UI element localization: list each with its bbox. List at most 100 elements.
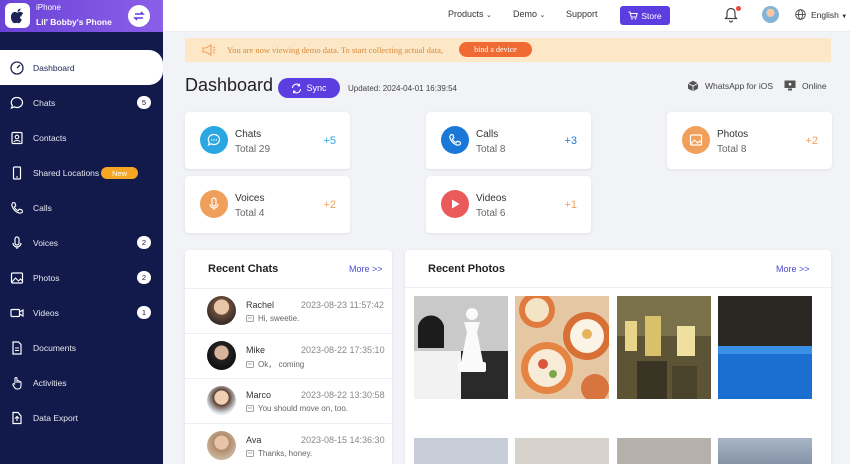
sidebar: iPhone Lil' Bobby's Phone Dashboard Chat… xyxy=(0,0,163,464)
count-badge: 5 xyxy=(137,96,151,109)
photo-thumbnail[interactable] xyxy=(718,296,812,399)
photo-thumbnail[interactable] xyxy=(617,296,711,399)
message-icon xyxy=(246,360,254,368)
store-button[interactable]: Store xyxy=(620,6,670,25)
photos-more-link[interactable]: More >> xyxy=(776,264,810,274)
stat-card-videos[interactable]: Videos Total 6 +1 xyxy=(426,176,591,233)
avatar xyxy=(207,386,236,415)
sidebar-item-label: Videos xyxy=(33,307,59,318)
demo-notice-banner: You are now viewing demo data. To start … xyxy=(185,38,831,62)
avatar xyxy=(207,296,236,325)
sync-icon xyxy=(292,83,302,93)
microphone-icon xyxy=(10,235,24,250)
chat-contact-name: Mike xyxy=(246,345,266,355)
divider xyxy=(405,287,831,288)
recent-photos-panel: Recent Photos More >> xyxy=(405,250,831,464)
device-type: iPhone xyxy=(36,3,61,12)
dashboard-icon xyxy=(10,60,24,75)
bind-device-button[interactable]: bind a device xyxy=(459,42,532,57)
chat-icon xyxy=(200,126,228,154)
stat-name: Chats xyxy=(235,129,262,140)
photo-thumbnail[interactable] xyxy=(718,438,812,464)
sidebar-item-videos[interactable]: Videos 1 xyxy=(0,295,163,330)
sidebar-item-shared-locations[interactable]: Shared Locations New xyxy=(0,155,163,190)
stat-card-chats[interactable]: Chats Total 29 +5 xyxy=(185,112,350,169)
message-icon xyxy=(246,449,254,457)
stat-increase: +2 xyxy=(805,135,818,147)
stat-name: Calls xyxy=(476,129,499,140)
stat-card-voices[interactable]: Voices Total 4 +2 xyxy=(185,176,350,233)
chat-time: 2023-08-22 17:35:10 xyxy=(301,345,385,355)
chat-row[interactable]: Marco 2023-08-22 13:30:58 You should mov… xyxy=(185,378,391,422)
count-badge: 2 xyxy=(137,236,151,249)
photo-thumbnail[interactable] xyxy=(617,438,711,464)
stat-card-photos[interactable]: Photos Total 8 +2 xyxy=(667,112,832,169)
store-label: Store xyxy=(641,10,662,21)
sidebar-item-label: Documents xyxy=(33,342,76,353)
chat-time: 2023-08-15 14:36:30 xyxy=(301,435,385,445)
products-menu[interactable]: Products ⌄ xyxy=(448,9,492,19)
megaphone-icon xyxy=(202,44,216,56)
sidebar-item-label: Calls xyxy=(33,202,52,213)
demo-label: Demo xyxy=(513,9,538,19)
sidebar-item-chats[interactable]: Chats 5 xyxy=(0,85,163,120)
chats-more-link[interactable]: More >> xyxy=(349,264,383,274)
chat-row[interactable]: Mike 2023-08-22 17:35:10 Ok， coming xyxy=(185,333,391,377)
sidebar-item-calls[interactable]: Calls xyxy=(0,190,163,225)
chat-row[interactable]: Ava 2023-08-15 14:36:30 Thanks, honey. xyxy=(185,423,391,464)
photo-thumbnail[interactable] xyxy=(515,296,609,399)
phone-location-icon xyxy=(10,165,24,180)
sidebar-item-contacts[interactable]: Contacts xyxy=(0,120,163,155)
sidebar-item-label: Shared Locations xyxy=(33,167,100,178)
count-badge: 2 xyxy=(137,271,151,284)
sidebar-item-data-export[interactable]: Data Export xyxy=(0,400,163,435)
stat-card-calls[interactable]: Calls Total 8 +3 xyxy=(426,112,591,169)
top-navigation-bar: Products ⌄ Demo ⌄ Support Store English … xyxy=(163,0,850,32)
user-avatar[interactable] xyxy=(762,6,779,23)
phone-icon xyxy=(10,201,24,215)
demo-menu[interactable]: Demo ⌄ xyxy=(513,9,545,19)
chat-time: 2023-08-23 11:57:42 xyxy=(301,300,384,310)
photo-thumbnail[interactable] xyxy=(515,438,609,464)
sidebar-item-photos[interactable]: Photos 2 xyxy=(0,260,163,295)
chat-contact-name: Rachel xyxy=(246,300,275,310)
device-header: iPhone Lil' Bobby's Phone xyxy=(0,0,163,32)
language-label: English xyxy=(811,10,839,20)
language-select[interactable]: English ▼ xyxy=(811,10,847,20)
contacts-icon xyxy=(10,131,24,145)
switch-device-icon[interactable] xyxy=(128,5,150,27)
sync-button[interactable]: Sync xyxy=(278,78,340,98)
image-icon xyxy=(682,126,710,154)
sidebar-item-label: Photos xyxy=(33,272,60,283)
sidebar-item-dashboard[interactable]: Dashboard xyxy=(0,50,163,85)
count-badge: 1 xyxy=(137,306,151,319)
updated-timestamp: Updated: 2024-04-01 16:39:54 xyxy=(348,84,457,93)
sidebar-item-documents[interactable]: Documents xyxy=(0,330,163,365)
avatar xyxy=(207,341,236,370)
support-link[interactable]: Support xyxy=(566,9,598,19)
chat-contact-name: Ava xyxy=(246,435,262,445)
chat-icon xyxy=(10,96,24,110)
photo-thumbnail[interactable] xyxy=(414,438,508,464)
photo-thumbnail[interactable] xyxy=(414,296,508,399)
stat-increase: +2 xyxy=(323,199,336,211)
sidebar-item-activities[interactable]: Activities xyxy=(0,365,163,400)
stat-name: Photos xyxy=(717,129,749,140)
cube-icon xyxy=(687,80,699,92)
chat-message: Ok， coming xyxy=(246,359,304,370)
products-label: Products xyxy=(448,9,484,19)
sidebar-item-label: Chats xyxy=(33,97,56,108)
online-status: Online xyxy=(784,80,827,91)
status-label: Online xyxy=(802,80,827,91)
sidebar-item-voices[interactable]: Voices 2 xyxy=(0,225,163,260)
whatsapp-ios-link[interactable]: WhatsApp for iOS xyxy=(687,80,773,92)
notice-text: You are now viewing demo data. To start … xyxy=(227,45,444,55)
image-icon xyxy=(10,271,24,285)
chat-message-text: You should move on, too. xyxy=(258,404,348,413)
chat-row[interactable]: Rachel 2023-08-23 11:57:42 Hi, sweetie. xyxy=(185,288,391,332)
stat-total: Total 6 xyxy=(476,208,506,219)
document-icon xyxy=(10,340,24,355)
device-name: Lil' Bobby's Phone xyxy=(36,17,112,27)
sidebar-item-label: Contacts xyxy=(33,132,67,143)
chat-message-text: Ok， coming xyxy=(258,360,305,369)
